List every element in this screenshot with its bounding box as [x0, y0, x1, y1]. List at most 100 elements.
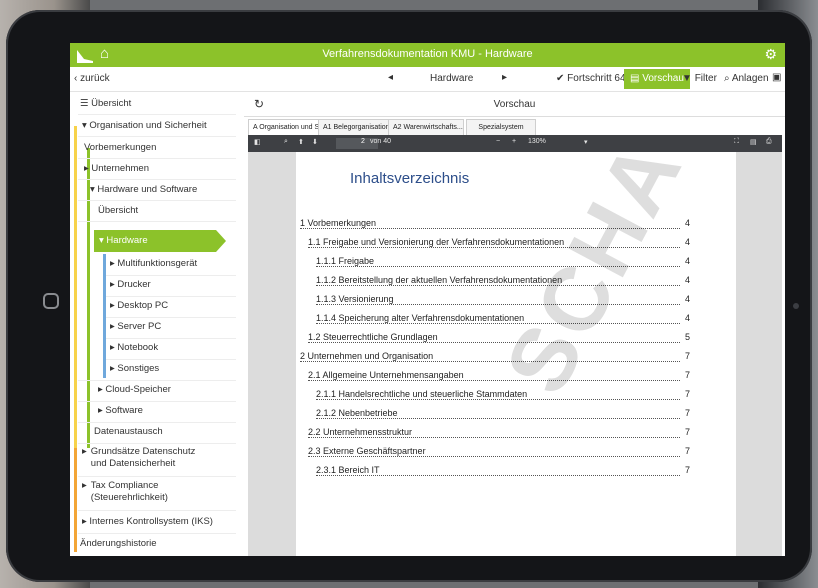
app-header: ⌂ Verfahrensdokumentation KMU - Hardware…	[70, 43, 785, 67]
sidebar-item-tax-compliance[interactable]: ▸ Tax Compliance (Steuerehrlichkeit)	[82, 478, 209, 504]
sidebar-item-datenschutz[interactable]: ▸ Grundsätze Datenschutz und Datensicherh…	[82, 444, 209, 470]
sidebar-item-hardware-software[interactable]: ▾ Hardware und Software	[90, 180, 197, 200]
tab-spezialsystem[interactable]: Spezialsystem	[466, 119, 536, 135]
next-page-icon[interactable]: ▸	[502, 72, 507, 83]
sidebar-item-multifunktionsgeraet[interactable]: ▸ Multifunktionsgerät	[110, 254, 197, 274]
gear-icon[interactable]: ⚙	[764, 46, 777, 63]
toc-leader-dots	[316, 475, 680, 476]
tablet-camera	[793, 303, 799, 309]
sidebar-item-aenderungshistorie[interactable]: Änderungshistorie	[80, 534, 157, 554]
sidebar-item-organisation[interactable]: ▾ Organisation und Sicherheit	[82, 116, 207, 136]
toc-entry[interactable]: 1.1.4 Speicherung alter Verfahrensdokume…	[316, 313, 690, 327]
zoom-out-icon[interactable]: −	[496, 138, 500, 145]
sidebar-item-desktop-pc[interactable]: ▸ Desktop PC	[110, 296, 168, 316]
toc-entry-text: 2.1.2 Nebenbetriebe	[316, 408, 399, 418]
list-icon: ☰	[80, 98, 92, 109]
zoom-in-icon[interactable]: +	[512, 138, 516, 145]
fullscreen-icon[interactable]: ⛶	[734, 138, 739, 146]
toc-entry[interactable]: 2.3 Externe Geschäftspartner 7	[308, 446, 690, 460]
toc-leader-dots	[316, 399, 680, 400]
paperclip-icon: ⌕	[724, 73, 732, 84]
page-current: 2	[361, 138, 365, 145]
toc-entry[interactable]: 2.2 Unternehmensstruktur 7	[308, 427, 690, 441]
prev-page-icon[interactable]: ◂	[388, 72, 393, 83]
toc-entry-text: 2.3 Externe Geschäftspartner	[308, 446, 427, 456]
sidebar-item-notebook[interactable]: ▸ Notebook	[110, 338, 158, 358]
report-icon[interactable]: ▣	[772, 72, 781, 83]
zoom-select[interactable]: 130%	[528, 138, 546, 145]
toc-entry-text: 2.1 Allgemeine Unternehmensangaben	[308, 370, 465, 380]
filter-icon: ▼	[682, 73, 695, 84]
toc-entry-page: 4	[684, 218, 690, 228]
sidebar-item-software[interactable]: ▸ Software	[98, 401, 143, 421]
sidebar-item-vorbemerkungen[interactable]: Vorbemerkungen	[84, 138, 156, 158]
document-icon: ▤	[630, 73, 643, 84]
sidebar-divider	[78, 476, 236, 477]
toc-heading: Inhaltsverzeichnis	[350, 170, 470, 187]
toc-entry[interactable]: 2.1 Allgemeine Unternehmensangaben 7	[308, 370, 690, 384]
sidebar-item-hardware[interactable]: ▾ Hardware	[94, 230, 226, 252]
toc-entry-page: 7	[684, 465, 690, 475]
navigation-bar: ‹ zurück ◂ Hardware ▸ ✔ Fortschritt 64% …	[70, 67, 785, 92]
check-icon: ✔	[556, 73, 568, 84]
sidebar-item-datenaustausch[interactable]: Datenaustausch	[94, 422, 163, 442]
sidebar-divider	[78, 221, 236, 222]
toc-leader-dots	[308, 456, 680, 457]
toc-entry-text: 1.2 Steuerrechtliche Grundlagen	[308, 332, 439, 342]
sidebar-bar-other	[74, 448, 77, 552]
toc-entry-page: 7	[684, 446, 690, 456]
toc-entry-text: 2.2 Unternehmensstruktur	[308, 427, 414, 437]
toc-entry-page: 7	[684, 408, 690, 418]
toc-entry-page: 4	[684, 313, 690, 323]
app-screen: ⌂ Verfahrensdokumentation KMU - Hardware…	[70, 43, 785, 556]
sidebar-item-overview[interactable]: ☰ Übersicht	[80, 94, 131, 114]
toc-entry-page: 7	[684, 370, 690, 380]
search-icon[interactable]: ⌕	[284, 138, 288, 146]
preview-button[interactable]: ▤ Vorschau	[624, 69, 690, 89]
sidebar-item-drucker[interactable]: ▸ Drucker	[110, 275, 151, 295]
sidebar-divider	[78, 136, 236, 137]
toc-entry[interactable]: 2.1.2 Nebenbetriebe 7	[316, 408, 690, 422]
toc-entry-text: 1.1.1 Freigabe	[316, 256, 376, 266]
toc-leader-dots	[308, 342, 680, 343]
tab-belegorganisation[interactable]: A1 Belegorganisation...	[318, 119, 395, 135]
toc-entry-text: 2 Unternehmen und Organisation	[300, 351, 435, 361]
tab-warenwirtschaft[interactable]: A2 Warenwirtschafts...	[388, 119, 464, 135]
filter-button[interactable]: ▼ Filter	[682, 73, 717, 84]
breadcrumb: Hardware	[430, 73, 474, 84]
sidebar-item-server-pc[interactable]: ▸ Server PC	[110, 317, 161, 337]
toc-entry-page: 4	[684, 294, 690, 304]
preview-panel: ↻ Vorschau A Organisation und S... A1 Be…	[244, 92, 785, 556]
sidebar-item-sonstiges[interactable]: ▸ Sonstiges	[110, 359, 159, 379]
sidebar-item-iks[interactable]: ▸ Internes Kontrollsystem (IKS)	[82, 512, 213, 532]
attachments-button[interactable]: ⌕ Anlagen	[724, 73, 769, 84]
toc-entry-text: 2.3.1 Bereich IT	[316, 465, 381, 475]
caret-right-icon: ▸	[82, 446, 87, 457]
open-icon[interactable]: ▤	[750, 138, 757, 146]
tab-organisation[interactable]: A Organisation und S...	[248, 119, 325, 135]
sidebar: ☰ Übersicht ▾ Organisation und Sicherhei…	[70, 92, 242, 556]
toc-entry-text: 1.1.4 Speicherung alter Verfahrensdokume…	[316, 313, 526, 323]
toc-entry[interactable]: 2.1.1 Handelsrechtliche und steuerliche …	[316, 389, 690, 403]
toc-leader-dots	[308, 380, 680, 381]
sidebar-item-cloud-speicher[interactable]: ▸ Cloud-Speicher	[98, 380, 171, 400]
toc-leader-dots	[316, 418, 680, 419]
arrow-down-icon[interactable]: ⬇	[312, 138, 318, 146]
toc-entry-text: 1 Vorbemerkungen	[300, 218, 378, 228]
toc-entry[interactable]: 2.3.1 Bereich IT 7	[316, 465, 690, 479]
sidebar-item-hw-overview[interactable]: Übersicht	[98, 201, 138, 221]
arrow-up-icon[interactable]: ⬆	[298, 138, 304, 146]
sidebar-item-unternehmen[interactable]: ▸ Unternehmen	[84, 159, 149, 179]
preview-title: Vorschau	[493, 99, 536, 110]
print-icon[interactable]: ⎙	[766, 138, 772, 146]
page-total: von 40	[370, 138, 392, 145]
back-link[interactable]: ‹ zurück	[74, 73, 110, 84]
toc-entry-page: 7	[684, 351, 690, 361]
toc-leader-dots	[316, 323, 680, 324]
toc-entry-text: 1.1.2 Bereitstellung der aktuellen Verfa…	[316, 275, 564, 285]
toc-entry-text: 2.1.1 Handelsrechtliche und steuerliche …	[316, 389, 529, 399]
sidebar-toggle-icon[interactable]: ◧	[254, 138, 261, 146]
pdf-viewport[interactable]: Inhaltsverzeichnis SCHAU 1 Vorbemerkunge…	[248, 152, 782, 556]
tablet-home-button[interactable]	[43, 293, 59, 309]
sidebar-divider	[78, 510, 236, 511]
